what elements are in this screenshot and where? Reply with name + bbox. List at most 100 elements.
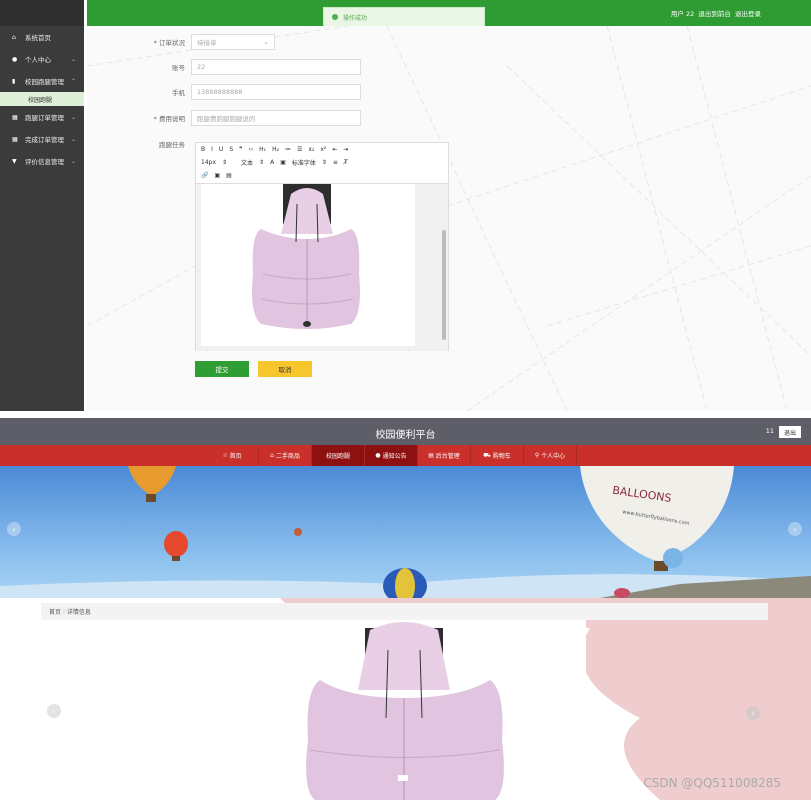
sidebar-item-profile[interactable]: ● 个人中心 ⌄ [0, 48, 84, 70]
link-front[interactable]: 退出到前台 [698, 10, 731, 18]
fee-label: * 费用说明 [153, 115, 185, 123]
font-color-icon[interactable]: A [270, 159, 274, 166]
grid-icon: ▦ [12, 113, 18, 121]
fee-input[interactable]: 跑腿费跑腿跑腿说的 [191, 110, 361, 126]
editor-tool-icon[interactable]: I [211, 146, 213, 153]
editor-tool-icon[interactable]: H₂ [272, 146, 279, 153]
nav-secondhand[interactable]: ⌂ 二手商品 [259, 445, 312, 466]
status-select[interactable]: 待接单 ⌄ [191, 34, 275, 50]
product-image [306, 622, 504, 800]
user-id: 11 [765, 427, 774, 435]
detail-next-icon[interactable]: › [746, 706, 760, 720]
cancel-button[interactable]: 取消 [258, 361, 312, 377]
account-row: 账号 22 [87, 59, 361, 75]
editor-toolbar-row3: 🔗 ▣ ▤ [196, 169, 448, 182]
sidebar-item-home[interactable]: ⌂ 系统首页 [0, 26, 84, 48]
bg-color-icon[interactable]: ▣ [280, 159, 286, 166]
toast-success: 操作成功 [323, 7, 485, 26]
phone-input[interactable]: 13888888888 [191, 84, 361, 100]
editor-tool-icon[interactable]: ‹› [248, 146, 253, 153]
editor-tool-icon[interactable]: ≔ [285, 146, 291, 153]
breadcrumb-current: 详情信息 [66, 609, 91, 616]
site-title: 校园便利平台 [375, 430, 436, 441]
document-icon: ▤ [428, 452, 434, 459]
nav-profile[interactable]: ⚲ 个人中心 [524, 445, 577, 466]
detail-prev-icon[interactable]: ‹ [47, 704, 61, 718]
nav-admin[interactable]: ▤ 后台管理 [418, 445, 471, 466]
sidebar-item-done-manage[interactable]: ▦ 完成订单管理 ⌄ [0, 128, 84, 150]
editor-tool-icon[interactable]: ☰ [297, 146, 302, 153]
submit-button[interactable]: 提交 [195, 361, 249, 377]
nav-cart[interactable]: ⛟ 购物车 [471, 445, 524, 466]
breadcrumb-home[interactable]: 首页 [49, 607, 61, 616]
front-header: 校园便利平台 11 退出 [0, 418, 811, 445]
user-icon: ⚲ [534, 452, 540, 459]
account-label: 账号 [172, 64, 185, 72]
status-row: * 订单状况 待接单 ⌄ [87, 34, 275, 50]
logout-button[interactable]: 退出 [779, 426, 801, 438]
nav-notice[interactable]: ● 通知公告 [365, 445, 418, 466]
sidebar-item-review-manage[interactable]: ▼ 评价信息管理 ⌄ [0, 150, 84, 172]
sidebar-subitem-errand[interactable]: 校园跑腿 [0, 92, 84, 106]
image-icon[interactable]: ▣ [214, 172, 220, 179]
task-row: 跑腿任务 [87, 136, 191, 152]
sidebar: ⌂ 系统首页 ● 个人中心 ⌄ ▮ 校园跑腿管理 ⌃ 校园跑腿 ▦ 跑腿订单管理 ⌄ ▦ 完成订… [0, 0, 84, 411]
editor-tool-icon[interactable]: ⇥ [343, 146, 348, 153]
dot-icon: ● [375, 452, 381, 459]
sidebar-logo-area [0, 0, 84, 26]
nav-home[interactable]: ☆ 首页 [206, 445, 259, 466]
editor-tool-icon[interactable]: S [229, 146, 233, 153]
success-icon [332, 14, 338, 20]
header-user: 用户 22 [670, 10, 695, 18]
editor-tool-icon[interactable]: B [201, 146, 205, 153]
home-icon: ⌂ [12, 33, 16, 41]
chevron-down-icon: ⌄ [263, 38, 269, 46]
account-input[interactable]: 22 [191, 59, 361, 75]
chevron-up-icon: ⌃ [70, 77, 76, 85]
editor-tool-icon[interactable]: ❞ [239, 146, 242, 153]
editor-tool-icon[interactable]: x² [320, 146, 326, 153]
phone-row: 手机 13888888888 [87, 84, 361, 100]
text-type-select[interactable]: 文本 [241, 158, 253, 167]
editor-tool-icon[interactable]: ⇤ [332, 146, 337, 153]
main-nav: ☆ 首页 ⌂ 二手商品 校园跑腿 ● 通知公告 ▤ 后台管理 ⛟ 购物车 ⚲ 个… [0, 445, 811, 466]
link-logout[interactable]: 退出登录 [735, 10, 761, 18]
font-family-select[interactable]: 标准字体 [292, 158, 316, 167]
front-site: 校园便利平台 11 退出 ☆ 首页 ⌂ 二手商品 校园跑腿 ● 通知公告 ▤ 后… [0, 418, 811, 800]
csdn-watermark: CSDN @QQ511008285 [643, 776, 781, 790]
cart-icon: ⛟ [483, 451, 491, 459]
user-icon: ● [12, 55, 18, 63]
nav-errand[interactable]: 校园跑腿 [312, 445, 365, 466]
chevron-down-icon: ⌄ [70, 135, 76, 143]
chevron-down-icon: ⌄ [70, 55, 76, 63]
chart-icon: ▮ [12, 77, 16, 85]
editor-tool-icon[interactable]: U [219, 146, 223, 153]
sidebar-item-errand-manage[interactable]: ▮ 校园跑腿管理 ⌃ [0, 70, 84, 92]
editor-tool-icon[interactable]: x₂ [308, 146, 314, 153]
vest-image [201, 184, 415, 346]
editor-toolbar-row2: 14px ⇕ 文本 ⇕ A ▣ 标准字体 ⇕ ≡ T̸ [201, 158, 348, 167]
balloon-scene: BALLOONS www.butterflyballoons.com [0, 466, 811, 598]
pin-icon: ▼ [12, 157, 17, 165]
grid-icon: ▦ [12, 135, 18, 143]
align-icon[interactable]: ≡ [333, 159, 338, 166]
header-links: 用户 22 退出到前台 退出登录 [671, 8, 761, 18]
home-icon: ⌂ [270, 452, 274, 459]
editor-content[interactable] [196, 183, 448, 351]
sidebar-item-order-manage[interactable]: ▦ 跑腿订单管理 ⌄ [0, 106, 84, 128]
breadcrumb: 首页 : 详情信息 [41, 603, 768, 620]
carousel-prev-icon[interactable]: ‹ [7, 522, 21, 536]
editor-scrollbar[interactable] [442, 230, 446, 340]
rich-text-editor[interactable]: B I U S ❞ ‹› H₁ H₂ ≔ ☰ x₂ x² ⇤ ⇥ 14px ⇕ 文本 ⇕ A ▣ 标准字体 ⇕ ≡… [195, 142, 449, 351]
clear-format-icon[interactable]: T̸ [344, 159, 348, 166]
carousel-next-icon[interactable]: › [788, 522, 802, 536]
video-icon[interactable]: ▤ [226, 172, 232, 179]
phone-label: 手机 [172, 89, 185, 97]
font-size-select[interactable]: 14px [201, 159, 216, 166]
form-area: * 订单状况 待接单 ⌄ 账号 22 手机 13888888888 * 费用说明 … [87, 26, 811, 411]
editor-tool-icon[interactable]: H₁ [259, 146, 266, 153]
hero-carousel[interactable]: BALLOONS www.butterflyballoons.com ‹ › [0, 466, 811, 598]
link-icon[interactable]: 🔗 [201, 172, 208, 179]
section-divider [0, 411, 811, 418]
admin-panel: ⌂ 系统首页 ● 个人中心 ⌄ ▮ 校园跑腿管理 ⌃ 校园跑腿 ▦ 跑腿订单管理 ⌄ ▦ 完成订… [0, 0, 811, 411]
